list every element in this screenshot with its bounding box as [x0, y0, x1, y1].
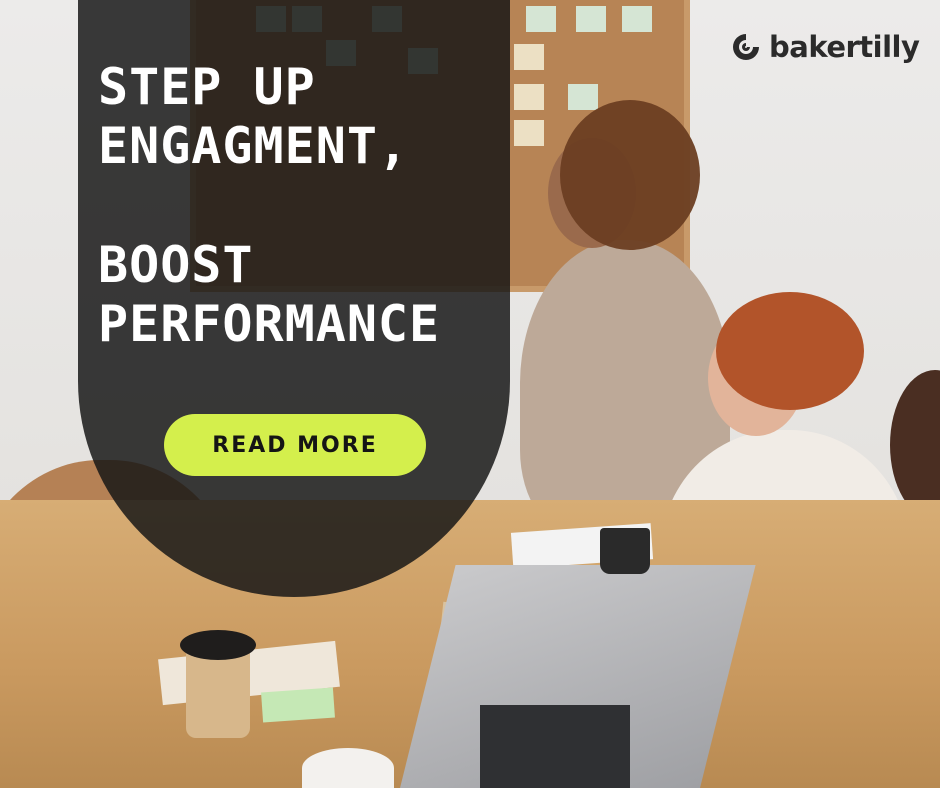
promo-banner: STEP UP ENGAGMENT, BOOST PERFORMANCE REA…: [0, 0, 940, 788]
background-person-standing-hair: [560, 100, 700, 250]
read-more-button[interactable]: READ MORE: [164, 414, 426, 476]
brand-name: bakertilly: [769, 30, 920, 64]
headline-line-2: ENGAGMENT,: [98, 117, 410, 175]
headline: STEP UP ENGAGMENT, BOOST PERFORMANCE: [98, 58, 440, 354]
brand-logo: bakertilly: [731, 30, 920, 64]
bakertilly-swirl-icon: [733, 34, 759, 60]
background-coffee-cup-lid: [180, 630, 256, 660]
headline-line-4: PERFORMANCE: [98, 295, 441, 353]
headline-spacer: [98, 176, 440, 236]
headline-line-3: BOOST: [98, 236, 254, 294]
background-laptop-keyboard: [480, 705, 630, 788]
headline-line-1: STEP UP: [98, 58, 316, 116]
background-sticky-note: [261, 687, 335, 723]
background-mug: [302, 748, 394, 788]
background-person-right-hair: [716, 292, 864, 410]
background-coffee-cup: [600, 528, 650, 574]
